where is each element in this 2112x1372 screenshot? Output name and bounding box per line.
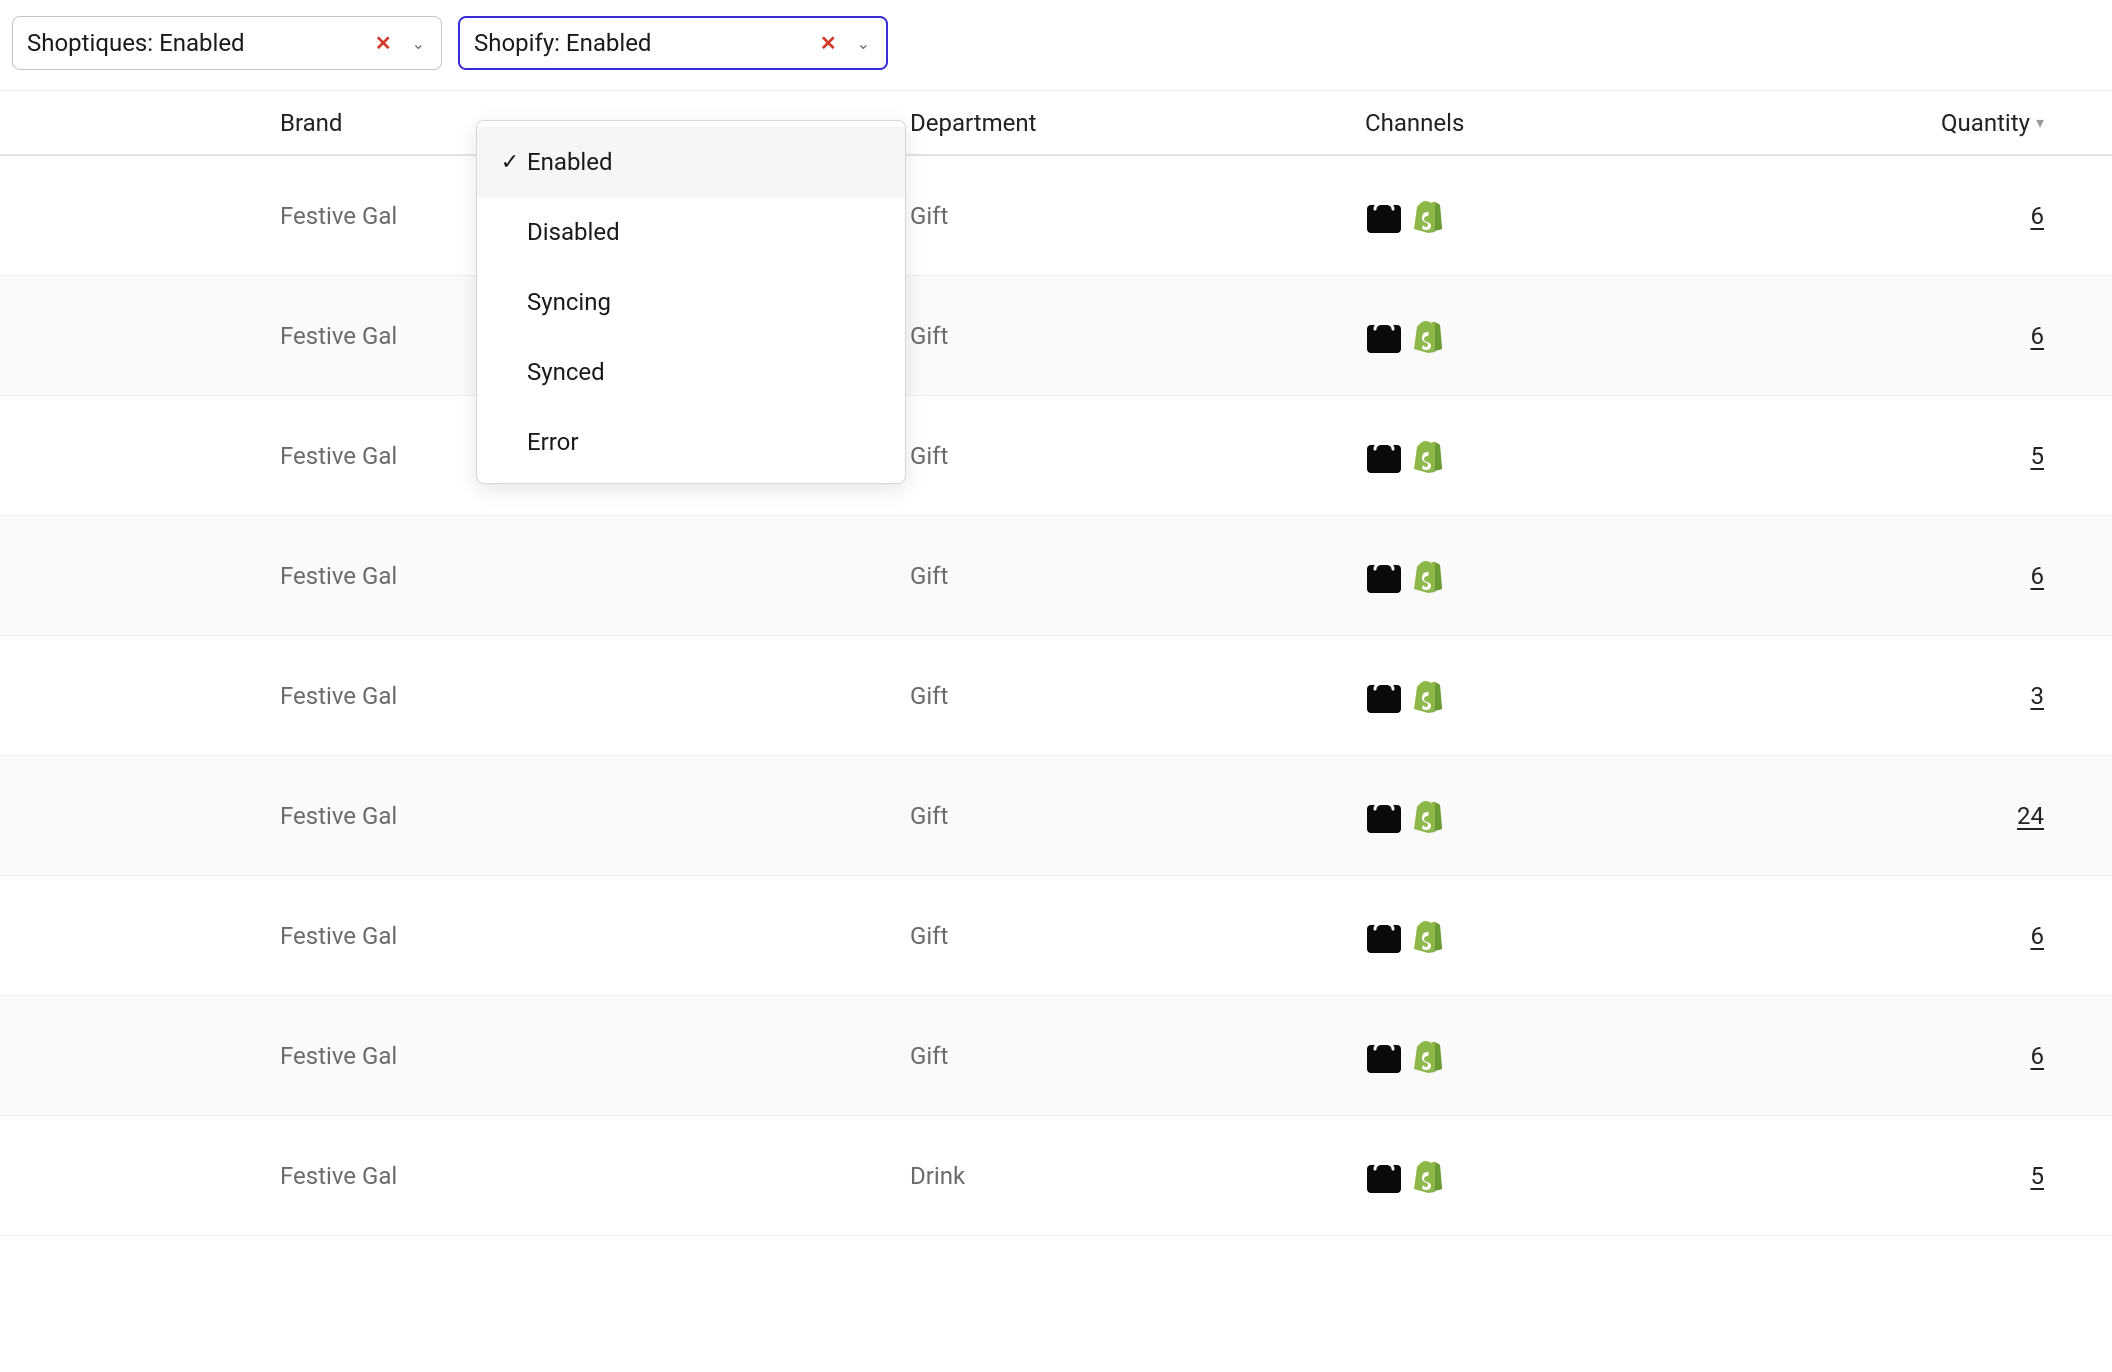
td-department: Gift (910, 322, 1365, 350)
td-brand: Festive Gal (280, 802, 910, 830)
table-row[interactable]: Festive GalGift5 (0, 396, 2112, 516)
td-brand: Festive Gal (280, 1162, 910, 1190)
shoptiques-bag-icon (1365, 677, 1403, 715)
td-quantity: 6 (1800, 322, 2080, 350)
shopify-icon (1413, 679, 1443, 713)
td-department: Gift (910, 802, 1365, 830)
shopify-icon (1413, 199, 1443, 233)
dropdown-option-label: Error (527, 428, 579, 456)
shopify-icon (1413, 919, 1443, 953)
td-department: Gift (910, 202, 1365, 230)
td-brand: Festive Gal (280, 682, 910, 710)
td-quantity: 6 (1800, 922, 2080, 950)
table-header: Brand Department Channels Quantity ▾ (0, 90, 2112, 156)
shoptiques-bag-icon (1365, 1037, 1403, 1075)
filter-chip-shoptiques[interactable]: Shoptiques: Enabled ✕ ⌄ (12, 16, 442, 70)
td-channels (1365, 1037, 1800, 1075)
shoptiques-bag-icon (1365, 557, 1403, 595)
td-quantity: 6 (1800, 1042, 2080, 1070)
td-quantity: 24 (1800, 802, 2080, 830)
shopify-icon (1413, 799, 1443, 833)
quantity-link[interactable]: 3 (2031, 682, 2045, 710)
td-channels (1365, 677, 1800, 715)
td-department: Gift (910, 442, 1365, 470)
td-department: Gift (910, 562, 1365, 590)
td-channels (1365, 797, 1800, 835)
th-department[interactable]: Department (910, 109, 1365, 137)
td-department: Gift (910, 682, 1365, 710)
filter-chip-shopify[interactable]: Shopify: Enabled ✕ ⌄ (458, 16, 888, 70)
quantity-link[interactable]: 6 (2031, 922, 2045, 950)
shoptiques-bag-icon (1365, 917, 1403, 955)
td-brand: Festive Gal (280, 922, 910, 950)
shopify-icon (1413, 559, 1443, 593)
table-row[interactable]: Festive GalGift 24 (0, 756, 2112, 876)
td-channels (1365, 317, 1800, 355)
dropdown-option[interactable]: Syncing (477, 267, 905, 337)
dropdown-option[interactable]: Synced (477, 337, 905, 407)
check-icon: ✓ (493, 150, 527, 175)
td-channels (1365, 557, 1800, 595)
td-channels (1365, 437, 1800, 475)
td-department: Drink (910, 1162, 1365, 1190)
quantity-link[interactable]: 6 (2031, 562, 2045, 590)
dropdown-option-label: Syncing (527, 288, 611, 316)
quantity-link[interactable]: 5 (2031, 442, 2045, 470)
th-channels[interactable]: Channels (1365, 109, 1800, 137)
td-brand: Festive Gal (280, 1042, 910, 1070)
td-channels (1365, 197, 1800, 235)
table-row[interactable]: Festive GalGift 6 (0, 516, 2112, 636)
table-row[interactable]: Festive GalGift6 (0, 276, 2112, 396)
filter-dropdown: ✓Enabled Disabled Syncing Synced Error (476, 120, 906, 484)
quantity-link[interactable]: 6 (2031, 322, 2045, 350)
quantity-link[interactable]: 24 (2017, 802, 2044, 830)
table-row[interactable]: Festive GalGift 6 (0, 876, 2112, 996)
td-quantity: 5 (1800, 442, 2080, 470)
td-brand: Festive Gal (280, 562, 910, 590)
dropdown-option[interactable]: Disabled (477, 197, 905, 267)
quantity-link[interactable]: 6 (2031, 1042, 2045, 1070)
sort-desc-icon: ▾ (2036, 113, 2044, 132)
shoptiques-bag-icon (1365, 197, 1403, 235)
dropdown-option[interactable]: Error (477, 407, 905, 477)
filter-chip-label: Shoptiques: Enabled (27, 29, 359, 57)
shopify-icon (1413, 319, 1443, 353)
dropdown-option-label: Disabled (527, 218, 620, 246)
shoptiques-bag-icon (1365, 797, 1403, 835)
table-row[interactable]: Festive GalDrink 5 (0, 1116, 2112, 1236)
shoptiques-bag-icon (1365, 437, 1403, 475)
table-row[interactable]: Festive GalGift6 (0, 156, 2112, 276)
chevron-down-icon[interactable]: ⌄ (408, 34, 429, 53)
td-quantity: 5 (1800, 1162, 2080, 1190)
filter-chip-label: Shopify: Enabled (474, 29, 804, 57)
dropdown-option-label: Synced (527, 358, 605, 386)
dropdown-option[interactable]: ✓Enabled (477, 127, 905, 197)
shoptiques-bag-icon (1365, 317, 1403, 355)
td-quantity: 6 (1800, 202, 2080, 230)
th-quantity[interactable]: Quantity ▾ (1800, 109, 2080, 137)
clear-icon[interactable]: ✕ (369, 31, 398, 55)
chevron-down-icon[interactable]: ⌄ (853, 34, 874, 53)
th-quantity-label: Quantity (1941, 109, 2030, 137)
td-channels (1365, 917, 1800, 955)
quantity-link[interactable]: 6 (2031, 202, 2045, 230)
shopify-icon (1413, 439, 1443, 473)
clear-icon[interactable]: ✕ (814, 31, 843, 55)
table-row[interactable]: Festive GalGift 3 (0, 636, 2112, 756)
dropdown-option-label: Enabled (527, 148, 613, 176)
table-row[interactable]: Festive GalGift 6 (0, 996, 2112, 1116)
quantity-link[interactable]: 5 (2031, 1162, 2045, 1190)
shoptiques-bag-icon (1365, 1157, 1403, 1195)
shopify-icon (1413, 1039, 1443, 1073)
td-department: Gift (910, 1042, 1365, 1070)
td-department: Gift (910, 922, 1365, 950)
td-quantity: 6 (1800, 562, 2080, 590)
filter-bar: Shoptiques: Enabled ✕ ⌄ Shopify: Enabled… (0, 0, 2112, 90)
shopify-icon (1413, 1159, 1443, 1193)
table-body: Festive GalGift6Festive GalGift6Festive … (0, 156, 2112, 1236)
td-quantity: 3 (1800, 682, 2080, 710)
td-channels (1365, 1157, 1800, 1195)
